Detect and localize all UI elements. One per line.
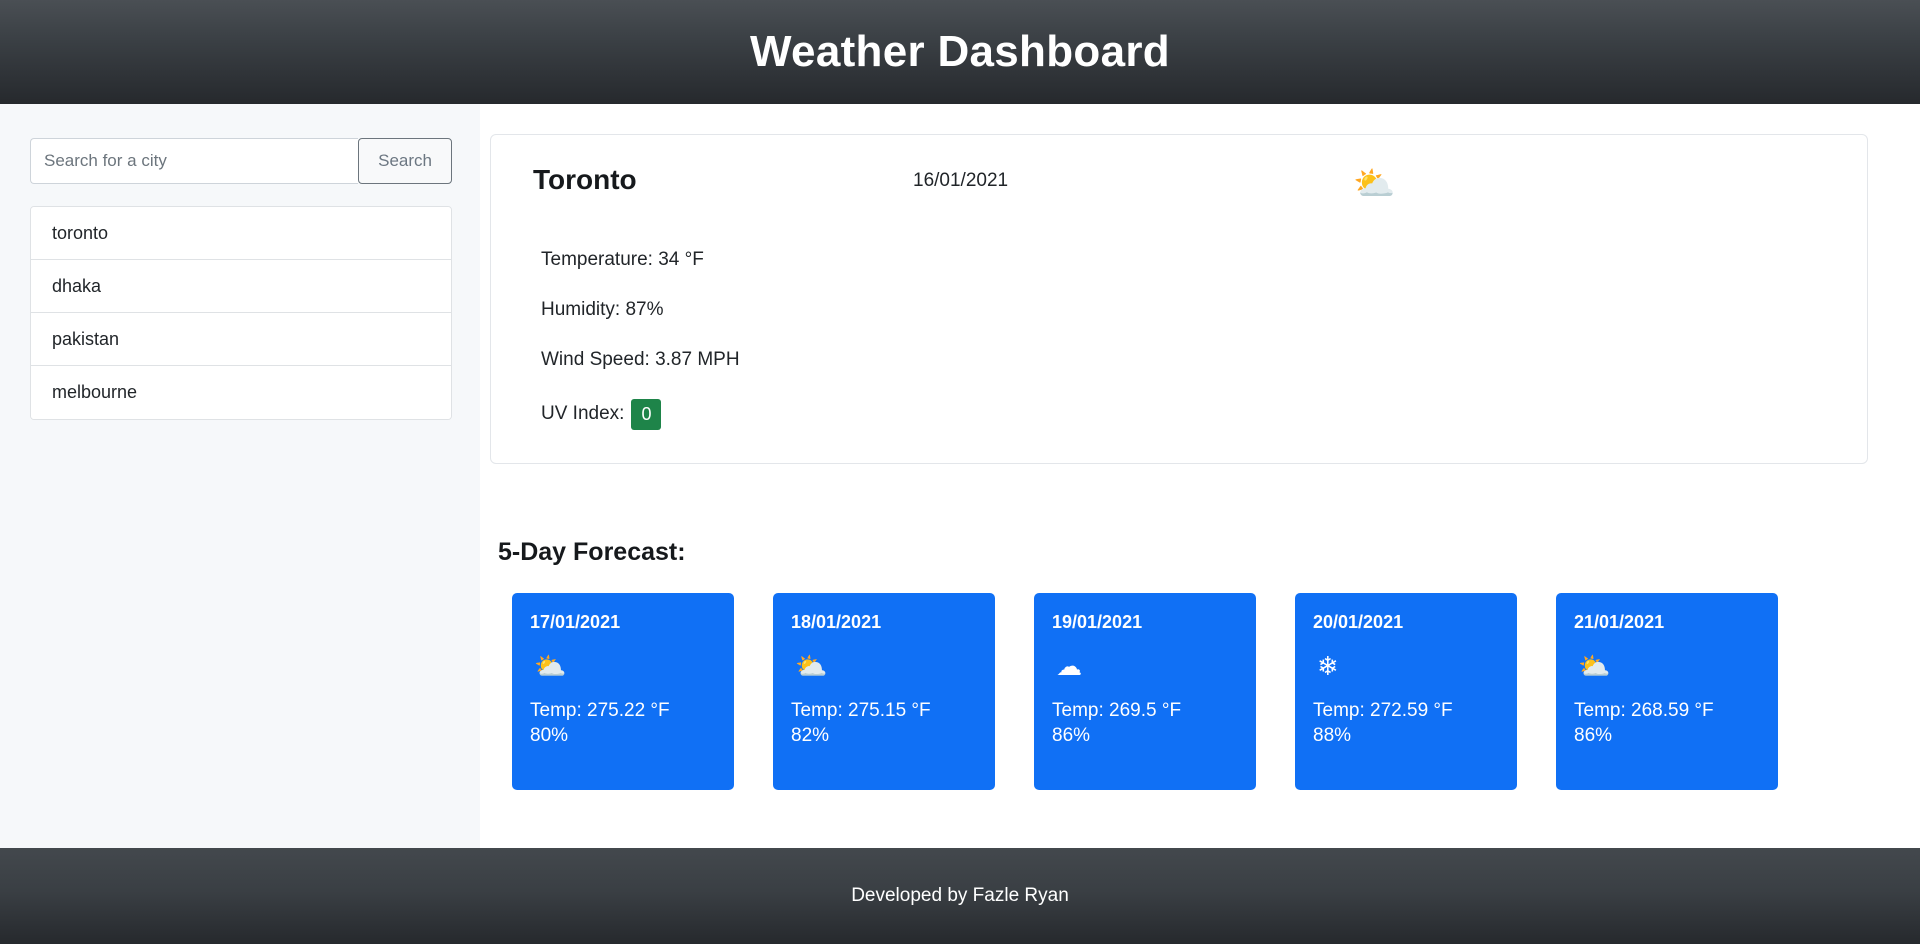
forecast-date: 18/01/2021 <box>791 612 882 632</box>
search-row: Search <box>30 138 452 184</box>
forecast-humidity: 88% <box>1313 725 1352 747</box>
forecast-date: 19/01/2021 <box>1052 612 1143 632</box>
main-content: Toronto 16/01/2021 ⛅ Temperature: 34 °F … <box>480 104 1920 848</box>
current-weather-header: Toronto 16/01/2021 ⛅ <box>533 164 1825 243</box>
search-button[interactable]: Search <box>358 138 452 184</box>
broken-clouds-icon: ⛅ <box>795 650 828 681</box>
forecast-humidity: 82% <box>791 725 830 747</box>
forecast-date: 17/01/2021 <box>530 612 621 632</box>
search-input[interactable] <box>30 138 359 184</box>
footer-credit: Developed by Fazle Ryan <box>851 885 1069 906</box>
snowflake-icon: ❄ <box>1317 650 1339 681</box>
forecast-humidity: 86% <box>1574 725 1613 747</box>
forecast-humidity: 86% <box>1052 725 1091 747</box>
wind-speed-value: Wind Speed: 3.87 MPH <box>541 349 740 370</box>
broken-clouds-icon: ⛅ <box>534 650 567 681</box>
broken-clouds-icon: ⛅ <box>1578 650 1611 681</box>
forecast-temp: Temp: 272.59 °F <box>1313 699 1453 721</box>
list-item[interactable]: dhaka <box>31 260 451 313</box>
page-title: Weather Dashboard <box>750 27 1170 76</box>
uv-index-label: UV Index: <box>541 403 625 425</box>
current-date: 16/01/2021 <box>913 170 1009 191</box>
list-item[interactable]: pakistan <box>31 313 451 366</box>
list-item[interactable]: toronto <box>31 207 451 260</box>
forecast-heading: 5-Day Forecast: <box>498 538 686 566</box>
forecast-card-row: 17/01/2021 ⛅ Temp: 275.22 °F 80% 18/01/2… <box>512 593 1868 790</box>
app-footer: Developed by Fazle Ryan <box>0 848 1920 944</box>
humidity-value: Humidity: 87% <box>541 299 664 320</box>
uv-index-badge: 0 <box>631 399 662 430</box>
forecast-card: 17/01/2021 ⛅ Temp: 275.22 °F 80% <box>512 593 734 790</box>
app-header: Weather Dashboard <box>0 0 1920 104</box>
forecast-humidity: 80% <box>530 725 569 747</box>
forecast-card: 20/01/2021 ❄ Temp: 272.59 °F 88% <box>1295 593 1517 790</box>
forecast-temp: Temp: 275.22 °F <box>530 699 670 721</box>
current-weather-card: Toronto 16/01/2021 ⛅ Temperature: 34 °F … <box>490 134 1868 464</box>
forecast-temp: Temp: 269.5 °F <box>1052 699 1182 721</box>
forecast-temp: Temp: 275.15 °F <box>791 699 931 721</box>
forecast-date: 21/01/2021 <box>1574 612 1665 632</box>
overcast-cloud-icon: ☁ <box>1056 650 1082 681</box>
forecast-card: 18/01/2021 ⛅ Temp: 275.15 °F 82% <box>773 593 995 790</box>
broken-clouds-icon: ⛅ <box>1353 165 1396 203</box>
forecast-date: 20/01/2021 <box>1313 612 1404 632</box>
list-item[interactable]: melbourne <box>31 366 451 419</box>
sidebar: Search toronto dhaka pakistan melbourne <box>0 104 480 848</box>
city-history-list: toronto dhaka pakistan melbourne <box>30 206 452 420</box>
current-city-name: Toronto <box>533 164 637 195</box>
forecast-card: 19/01/2021 ☁ Temp: 269.5 °F 86% <box>1034 593 1256 790</box>
forecast-temp: Temp: 268.59 °F <box>1574 699 1714 721</box>
body-container: Search toronto dhaka pakistan melbourne … <box>0 104 1920 848</box>
temperature-value: Temperature: 34 °F <box>541 249 704 270</box>
weather-dashboard-page: Weather Dashboard Search toronto dhaka p… <box>0 0 1920 944</box>
uv-index-row: UV Index: 0 <box>541 399 1825 430</box>
forecast-card: 21/01/2021 ⛅ Temp: 268.59 °F 86% <box>1556 593 1778 790</box>
